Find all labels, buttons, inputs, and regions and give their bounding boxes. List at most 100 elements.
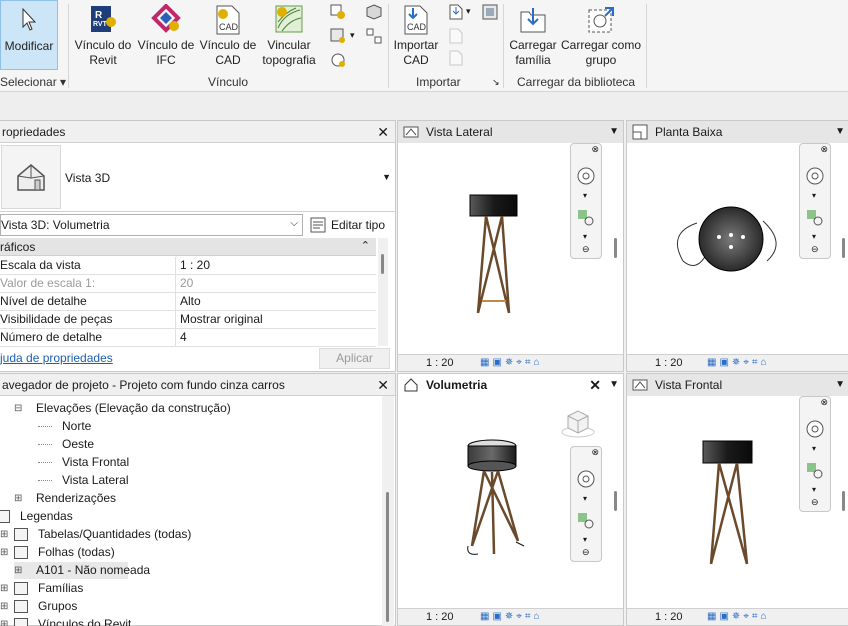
instance-selector[interactable]: Vista 3D: Volumetria ⌵ <box>0 214 303 236</box>
manage-images-icon[interactable] <box>482 4 498 20</box>
tree-item[interactable]: ⊞ Famílias <box>0 580 83 597</box>
zoom-icon[interactable] <box>805 208 825 228</box>
chevron-down-icon[interactable]: ▼ <box>835 121 845 143</box>
close-icon[interactable]: ⊗ <box>820 144 828 155</box>
tree-item[interactable]: Legendas <box>0 508 73 525</box>
view-controls-icons[interactable]: ▦▣✵⌖⌗⌂ <box>707 609 770 625</box>
scroll-thumb[interactable] <box>614 238 617 258</box>
carregar-grupo-button[interactable]: Carregar como grupo <box>560 4 642 68</box>
property-row[interactable]: Número de detalhe 4 <box>0 329 376 347</box>
scroll-thumb[interactable] <box>386 492 389 622</box>
chevron-down-icon[interactable]: ▾ <box>812 485 816 494</box>
view-scrollbar[interactable] <box>611 143 621 354</box>
expand-icon[interactable]: ⊞ <box>0 544 8 561</box>
options-icon[interactable]: ⊖ <box>582 547 590 558</box>
close-icon[interactable]: ✕ <box>377 374 389 396</box>
scroll-thumb[interactable] <box>614 491 617 511</box>
view-scale[interactable]: 1 : 20 <box>426 609 454 625</box>
steering-wheel-icon[interactable] <box>803 417 827 441</box>
options-icon[interactable]: ⊖ <box>582 244 590 255</box>
property-row[interactable]: Escala da vista 1 : 20 <box>0 257 376 275</box>
close-icon[interactable]: ✕ <box>589 374 601 396</box>
close-icon[interactable]: ⊗ <box>820 397 828 408</box>
options-icon[interactable]: ⊖ <box>811 497 819 508</box>
property-row[interactable]: Visibilidade de peças Mostrar original <box>0 311 376 329</box>
view-controls-icons[interactable]: ▦▣✵⌖⌗⌂ <box>480 609 543 625</box>
edit-type-button[interactable]: Editar tipo <box>308 214 390 236</box>
scroll-thumb[interactable] <box>842 491 845 511</box>
manage-links-icon[interactable] <box>330 4 346 20</box>
tree-item[interactable]: Norte <box>38 418 91 435</box>
chevron-down-icon[interactable]: ▾ <box>583 232 587 241</box>
carregar-familia-button[interactable]: Carregar família <box>508 4 558 68</box>
selecionar-dropdown[interactable]: Selecionar ▾ <box>0 75 66 89</box>
tree-item[interactable]: Vista Lateral <box>38 472 129 489</box>
view-scale[interactable]: 1 : 20 <box>655 609 683 625</box>
steering-wheel-icon[interactable] <box>574 467 598 491</box>
collapse-icon[interactable]: ⊟ <box>14 400 22 417</box>
tree-item[interactable]: ⊟ Elevações (Elevação da construção) <box>14 400 231 417</box>
navigation-bar[interactable]: ⊗ ▾ ▾ ⊖ <box>799 143 831 259</box>
chevron-down-icon[interactable]: ▼ <box>609 121 619 143</box>
expand-icon[interactable]: ⊞ <box>0 598 8 615</box>
view-scrollbar[interactable] <box>839 396 848 608</box>
chevron-down-icon[interactable]: ▼ <box>609 374 619 396</box>
tree-item[interactable]: ⊞ Folhas (todas) <box>0 544 115 561</box>
property-value[interactable]: 20 <box>180 275 193 292</box>
tree-item[interactable]: ⊞ A101 - Não nomeada <box>14 562 150 579</box>
tree-item[interactable]: Oeste <box>38 436 94 453</box>
view-scrollbar[interactable] <box>839 143 848 354</box>
properties-scrollbar[interactable] <box>378 238 388 346</box>
chevron-down-icon[interactable]: ▾ <box>466 6 471 17</box>
chevron-down-icon[interactable]: ▾ <box>812 191 816 200</box>
chevron-down-icon[interactable]: ▾ <box>812 232 816 241</box>
properties-section-header[interactable]: ráficos ⌃ <box>0 238 376 256</box>
property-value[interactable]: Mostrar original <box>180 311 263 328</box>
point-cloud-icon[interactable] <box>366 28 382 44</box>
decal-icon[interactable] <box>330 28 346 44</box>
chevron-down-icon[interactable]: ▾ <box>583 494 587 503</box>
properties-help-link[interactable]: juda de propriedades <box>0 351 113 365</box>
chevron-down-icon[interactable]: ▾ <box>583 191 587 200</box>
expand-icon[interactable]: ⊞ <box>14 490 22 507</box>
import-image-icon[interactable] <box>448 4 464 20</box>
tree-item[interactable]: ⊞ Vínculos do Revit <box>0 616 131 626</box>
property-value[interactable]: 1 : 20 <box>180 257 210 274</box>
cube-icon[interactable] <box>366 4 382 20</box>
property-value[interactable]: 4 <box>180 329 187 346</box>
view-controls-icons[interactable]: ▦▣✵⌖⌗⌂ <box>480 355 543 371</box>
tab-planta-baixa[interactable]: Planta Baixa ▼ <box>627 121 848 143</box>
zoom-icon[interactable] <box>805 461 825 481</box>
importar-cad-button[interactable]: CAD Importar CAD <box>390 4 442 68</box>
navigation-bar[interactable]: ⊗ ▾ ▾ ⊖ <box>570 143 602 259</box>
navigation-bar[interactable]: ⊗ ▾ ▾ ⊖ <box>570 446 602 562</box>
zoom-icon[interactable] <box>576 511 596 531</box>
tree-item[interactable]: Vista Frontal <box>38 454 129 471</box>
tree-item[interactable]: ⊞ Tabelas/Quantidades (todas) <box>0 526 191 543</box>
chevron-down-icon[interactable]: ▾ <box>350 30 355 41</box>
navigation-bar[interactable]: ⊗ ▾ ▾ ⊖ <box>799 396 831 512</box>
zoom-icon[interactable] <box>576 208 596 228</box>
dialog-launcher-icon[interactable]: ↘ <box>492 77 500 88</box>
scroll-thumb[interactable] <box>842 238 845 258</box>
coordination-model-icon[interactable] <box>330 52 346 68</box>
view-scale[interactable]: 1 : 20 <box>655 355 683 371</box>
steering-wheel-icon[interactable] <box>574 164 598 188</box>
chevron-down-icon[interactable]: ▼ <box>835 374 845 396</box>
view-controls-icons[interactable]: ▦▣✵⌖⌗⌂ <box>707 355 770 371</box>
chevron-down-icon[interactable]: ▾ <box>583 535 587 544</box>
view-scrollbar[interactable] <box>611 396 621 608</box>
vinculo-revit-button[interactable]: RVT R Vínculo do Revit <box>72 4 134 68</box>
expand-icon[interactable]: ⊞ <box>0 526 8 543</box>
expand-icon[interactable]: ⊞ <box>14 562 22 579</box>
browser-scrollbar[interactable] <box>382 396 394 626</box>
property-value[interactable]: Alto <box>180 293 201 310</box>
vincular-topografia-button[interactable]: Vincular topografia <box>258 4 320 68</box>
property-row[interactable]: Valor de escala 1: 20 <box>0 275 376 293</box>
view-scale[interactable]: 1 : 20 <box>426 355 454 371</box>
close-icon[interactable]: ✕ <box>377 121 389 143</box>
tab-vista-frontal[interactable]: Vista Frontal ▼ <box>627 374 848 396</box>
close-icon[interactable]: ⊗ <box>591 447 599 458</box>
scroll-thumb[interactable] <box>381 254 384 274</box>
vinculo-ifc-button[interactable]: Vínculo de IFC <box>136 4 196 68</box>
